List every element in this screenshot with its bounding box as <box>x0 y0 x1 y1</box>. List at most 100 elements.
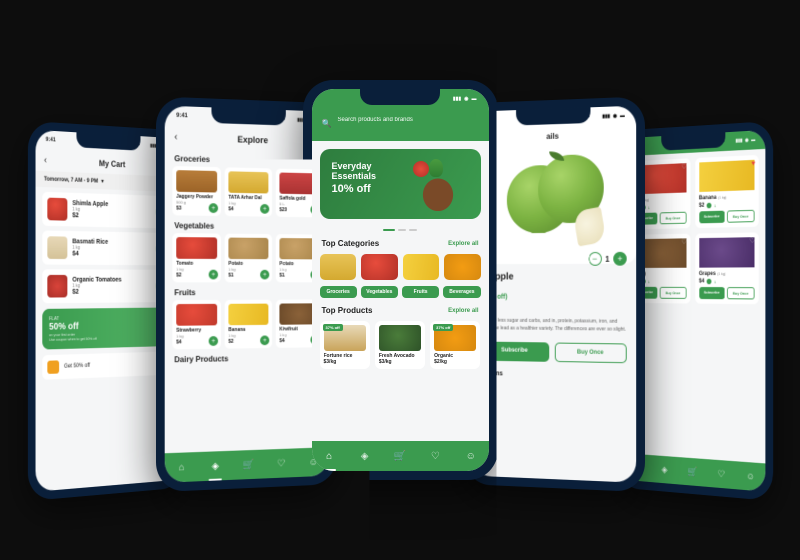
tile-sub: 500 g <box>176 200 217 206</box>
buy-once-button[interactable]: Buy Once <box>554 343 626 364</box>
signal-icon: ▮▮▮ <box>602 113 610 119</box>
discount-badge: 37% off <box>433 324 453 331</box>
heart-icon[interactable]: ♡ <box>715 467 726 481</box>
buy-once-button[interactable]: Buy Once <box>726 210 754 223</box>
tile-sub: 1 kg <box>176 267 217 272</box>
search-icon[interactable]: 🔍 <box>322 119 332 128</box>
heart-icon[interactable]: ♥ <box>751 159 755 168</box>
chevron-down-icon: ▾ <box>101 178 103 185</box>
buy-once-button[interactable]: Buy Once <box>659 287 685 299</box>
product-image <box>176 237 217 259</box>
back-icon[interactable]: ‹ <box>174 132 177 143</box>
tile-name: TATA Arhar Dal <box>228 195 268 202</box>
stock-value: 1 <box>647 279 649 284</box>
add-icon[interactable]: + <box>208 203 217 213</box>
product-image <box>47 236 67 259</box>
user-icon[interactable]: ☺ <box>744 469 756 483</box>
product-tile[interactable]: Potato1 kg$1+ <box>224 234 271 283</box>
coupon-icon <box>47 360 59 374</box>
discount-badge: 37% off <box>323 324 343 331</box>
tile-price: $3 <box>176 206 181 212</box>
tile-price: $4 <box>279 338 284 344</box>
home-header: 🔍 Search products and brands <box>312 109 489 141</box>
tile-price: $4 <box>228 206 233 212</box>
product-unit: (1 kg) <box>717 271 725 276</box>
list-item[interactable]: ♥ Banana (1 kg) $21 SubscribeBuy Once <box>694 155 758 228</box>
buy-once-button[interactable]: Buy Once <box>659 212 685 225</box>
cart-icon[interactable]: 🛒 <box>241 458 254 472</box>
tile-name: Tomato <box>176 261 217 267</box>
category-tile[interactable] <box>444 254 481 280</box>
back-icon[interactable]: ‹ <box>43 155 46 166</box>
tile-price: $2 <box>228 339 233 345</box>
home-icon[interactable]: ⌂ <box>174 460 187 474</box>
category-tile[interactable] <box>320 254 357 280</box>
search-input[interactable]: Search products and brands <box>337 115 412 131</box>
category-chip[interactable]: Beverages <box>443 286 480 298</box>
hero-banner[interactable]: Everyday Essentials 10% off <box>320 149 481 219</box>
explore-icon[interactable]: ◈ <box>659 463 670 477</box>
category-chip[interactable]: Groceries <box>320 286 357 298</box>
cart-item[interactable]: Basmati Rice 1 kg $4 − <box>42 230 171 265</box>
product-tile[interactable]: Tomato1 kg$2+ <box>172 233 221 282</box>
product-tile[interactable]: Jaggery Powder500 g$3+ <box>172 166 221 216</box>
stock-value: 1 <box>714 203 716 208</box>
description-heading: ption <box>480 308 626 316</box>
quantity-value: 1 <box>605 254 609 263</box>
slot-text: Tomorrow, 7 AM - 9 PM <box>43 176 97 184</box>
add-icon[interactable]: + <box>260 270 269 280</box>
cart-icon[interactable]: 🛒 <box>393 449 407 463</box>
product-tile[interactable]: Strawberry1 kg$4+ <box>172 300 221 350</box>
cart-icon[interactable]: 🛒 <box>686 465 697 479</box>
product-image <box>47 275 67 298</box>
home-icon[interactable]: ⌂ <box>322 449 336 463</box>
battery-icon: ▬ <box>751 137 755 143</box>
basket-icon <box>403 157 473 211</box>
category-tile[interactable] <box>403 254 440 280</box>
related-heading: d items <box>480 370 626 380</box>
add-icon[interactable]: + <box>260 204 269 214</box>
product-image <box>228 238 268 260</box>
explore-all-link[interactable]: Explore all <box>448 241 478 247</box>
product-tile[interactable]: TATA Arhar Dal1 kg$4+ <box>224 167 271 216</box>
coupon-row[interactable]: Get 50% off <box>42 351 171 379</box>
explore-all-link[interactable]: Explore all <box>448 308 478 314</box>
wifi-icon: ◉ <box>464 96 468 102</box>
heart-icon[interactable]: ♡ <box>274 456 287 470</box>
heart-icon[interactable]: ♡ <box>681 237 687 245</box>
product-card[interactable]: 37% off Organic $2/kg <box>430 321 480 369</box>
tile-price: $4 <box>176 339 181 345</box>
explore-title: Explore <box>183 132 320 146</box>
buy-once-button[interactable]: Buy Once <box>726 287 754 299</box>
products-heading: Top Products <box>322 306 373 315</box>
cart-title: My Cart <box>51 156 169 171</box>
tab-bar: ⌂ ◈ 🛒 ♡ ☺ <box>312 441 489 471</box>
heart-icon[interactable]: ♡ <box>749 236 755 245</box>
detail-name: n Apple <box>480 272 626 283</box>
product-tile[interactable]: Banana1 kg$2+ <box>224 300 271 349</box>
explore-icon[interactable]: ◈ <box>208 459 221 473</box>
add-icon[interactable]: + <box>260 335 269 345</box>
subscribe-button[interactable]: Subscribe <box>698 211 723 224</box>
product-price: $4 <box>72 251 166 258</box>
category-chip[interactable]: Fruits <box>402 286 439 298</box>
category-chip[interactable]: Vegetables <box>361 286 398 298</box>
category-tile[interactable] <box>361 254 398 280</box>
product-card[interactable]: Fresh Avocado $3/kg <box>375 321 425 369</box>
list-item[interactable]: ♡ Grapes (1 kg) $41 SubscribeBuy Once <box>694 232 758 304</box>
subscribe-button[interactable]: Subscribe <box>698 287 723 299</box>
product-card[interactable]: 37% off Fortune rice $3/kg <box>320 321 370 369</box>
user-icon[interactable]: ☺ <box>464 449 478 463</box>
cart-item[interactable]: Shimla Apple 1 kg $2 − <box>42 192 171 229</box>
heart-icon[interactable]: ♡ <box>681 162 687 171</box>
promo-sub2: Use coupon when to get 50% off <box>49 334 165 341</box>
discount-label: (42% off) <box>480 294 626 301</box>
explore-icon[interactable]: ◈ <box>358 449 372 463</box>
product-name: Banana <box>698 195 716 201</box>
add-icon[interactable]: + <box>208 270 217 280</box>
cart-item[interactable]: Organic Tomatoes 1 kg $2 − <box>42 269 171 303</box>
promo-banner[interactable]: FLAT 50% off on your first order Use cou… <box>42 307 171 349</box>
status-time: 9:41 <box>45 137 55 143</box>
add-icon[interactable]: + <box>208 336 217 346</box>
heart-icon[interactable]: ♡ <box>428 449 442 463</box>
